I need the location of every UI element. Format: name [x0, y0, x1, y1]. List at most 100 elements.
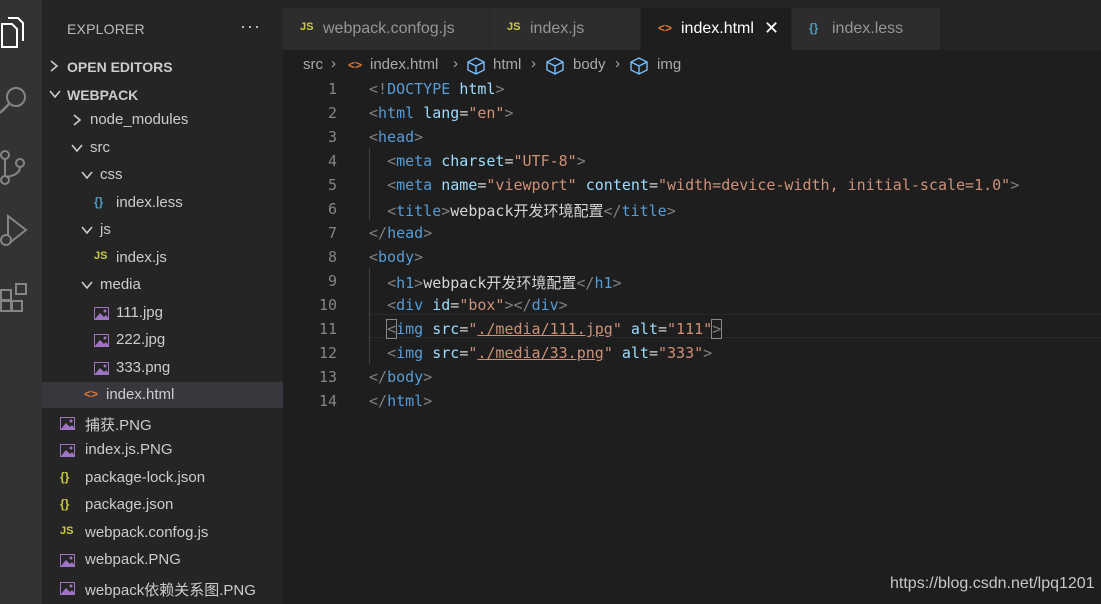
code-token: </ [603, 202, 622, 220]
open-editors-section[interactable]: OPEN EDITORS [42, 54, 283, 80]
tree-item-label: package.json [85, 496, 174, 513]
tab-index-less[interactable]: {} index.less [792, 8, 940, 50]
tree-item[interactable]: {} package.json [42, 492, 283, 518]
project-section[interactable]: WEBPACK [42, 82, 283, 108]
tree-item-label: webpack.PNG [85, 551, 181, 568]
tab-webpack-confog-js[interactable]: JS webpack.confog.js [283, 8, 489, 50]
tree-item-label: webpack.confog.js [85, 524, 209, 541]
tree-item[interactable]: js [42, 217, 283, 243]
tree-item[interactable]: src [42, 135, 283, 161]
tree-item[interactable]: {} index.less [42, 190, 283, 216]
chevron-down-icon [71, 144, 83, 153]
more-actions-icon[interactable]: ··· [240, 16, 261, 37]
tab-index-html[interactable]: <> index.html ✕ [641, 8, 791, 50]
breadcrumb-item[interactable]: html [493, 56, 521, 73]
element-icon [630, 57, 648, 79]
code-token: src [432, 320, 460, 338]
code-token: > [414, 248, 424, 266]
code-token: webpack开发环境配置 [423, 274, 577, 292]
extensions-icon[interactable] [0, 278, 42, 318]
chevron-down-icon [81, 171, 93, 180]
tree-item-label: webpack依赖关系图.PNG [85, 582, 256, 599]
code-token: > [558, 296, 568, 314]
code-token: " [612, 320, 622, 338]
code-line: <!DOCTYPE html> [369, 80, 504, 98]
tree-item[interactable]: css [42, 162, 283, 188]
chevron-right-icon [50, 60, 59, 72]
tree-item[interactable]: 333.png [42, 355, 283, 381]
tab-index-js[interactable]: JS index.js [490, 8, 640, 50]
breadcrumb-item[interactable]: index.html [370, 56, 438, 73]
files-icon[interactable] [0, 16, 42, 56]
chevron-down-icon [49, 90, 61, 99]
tree-item[interactable]: webpack依赖关系图.PNG [42, 575, 283, 601]
chevron-down-icon [81, 281, 93, 290]
code-token: ./media/111.jpg [477, 320, 613, 338]
code-token: < [387, 176, 397, 194]
tree-item[interactable]: JS index.js [42, 245, 283, 271]
breadcrumb-item[interactable]: body [573, 56, 606, 73]
code-line: <h1>webpack开发环境配置</h1> [369, 272, 622, 293]
code-token: title [396, 202, 442, 220]
tree-item[interactable]: media [42, 272, 283, 298]
code-line: </html> [369, 392, 432, 410]
breadcrumb-item[interactable]: src [303, 56, 323, 73]
tree-item[interactable]: <> index.html [42, 382, 283, 408]
code-token: lang [423, 104, 460, 122]
code-token: id [432, 296, 451, 314]
less-file-icon: {} [809, 21, 819, 35]
code-token: html [387, 392, 424, 410]
tree-item[interactable]: 111.jpg [42, 300, 283, 326]
code-token: </ [576, 274, 595, 292]
close-icon[interactable]: ✕ [764, 18, 779, 39]
tree-item[interactable]: JS webpack.confog.js [42, 520, 283, 546]
image-file-icon [94, 307, 109, 320]
code-token: = [459, 104, 469, 122]
chevron-right-icon: › [331, 55, 336, 72]
tree-item-label: index.html [106, 386, 175, 403]
code-token: DOCTYPE [387, 80, 451, 98]
code-token: charset [441, 152, 505, 170]
source-control-icon[interactable] [0, 148, 42, 188]
json-file-icon: {} [60, 470, 70, 484]
code-token: > [612, 274, 622, 292]
tree-item[interactable]: node_modules [42, 107, 283, 133]
tree-item[interactable]: 捕获.PNG [42, 410, 283, 436]
code-token: > [414, 274, 424, 292]
code-token: </ [369, 224, 388, 242]
tab-label: index.html [681, 20, 754, 37]
code-token: < [387, 202, 397, 220]
chevron-down-icon [81, 226, 93, 235]
tree-item-label: index.js [116, 249, 167, 266]
code-line: <meta name="viewport" content="width=dev… [369, 176, 1019, 194]
code-token: < [386, 319, 398, 339]
code-editor[interactable]: 1 2 3 4 5 6 7 8 9 10 11 12 13 14 <!DOCTYPE html> <html… [283, 78, 1101, 604]
code-token: <! [369, 80, 388, 98]
tree-item[interactable]: index.js.PNG [42, 437, 283, 463]
code-token: body [378, 248, 415, 266]
code-token: content [585, 176, 649, 194]
run-debug-icon[interactable] [0, 212, 42, 252]
breadcrumb-item[interactable]: img [657, 56, 681, 73]
tree-item-label: index.less [116, 194, 183, 211]
line-number: 11 [318, 320, 337, 338]
tab-label: webpack.confog.js [323, 20, 455, 37]
explorer-header: EXPLORER ··· [42, 0, 283, 58]
search-icon[interactable] [0, 82, 42, 122]
tree-item[interactable]: {} package-lock.json [42, 465, 283, 491]
code-token: > [441, 202, 451, 220]
code-token: = [459, 344, 469, 362]
element-icon [546, 57, 564, 79]
code-token: html [378, 104, 415, 122]
tree-item[interactable]: webpack.PNG [42, 547, 283, 573]
tree-item[interactable]: 222.jpg [42, 327, 283, 353]
code-token: src [432, 344, 460, 362]
chevron-right-icon [73, 114, 82, 126]
